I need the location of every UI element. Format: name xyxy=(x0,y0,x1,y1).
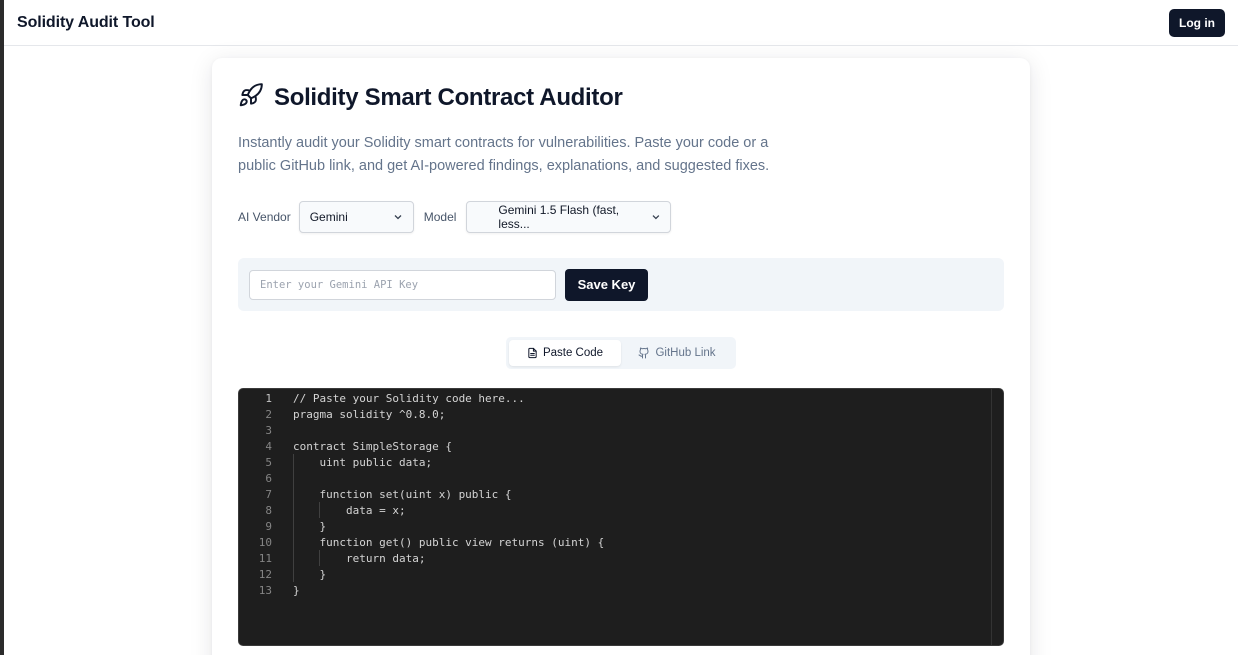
code-editor[interactable]: 1 // Paste your Solidity code here... 2 pra… xyxy=(238,388,1004,646)
model-select[interactable]: Gemini 1.5 Flash (fast, less... xyxy=(466,201,672,233)
github-icon xyxy=(638,347,649,359)
code-text: // Paste your Solidity code here... xyxy=(293,391,525,405)
code-lines: 1 // Paste your Solidity code here... 2 pra… xyxy=(239,389,605,598)
chevron-down-icon xyxy=(394,215,402,220)
indent-guide xyxy=(319,550,320,566)
line-number: 13 xyxy=(258,583,272,597)
code-line: 3 xyxy=(239,422,604,438)
line-number: 3 xyxy=(265,423,272,437)
page-heading: Solidity Smart Contract Auditor xyxy=(238,82,623,113)
code-text: uint public data; xyxy=(293,455,433,469)
code-text: data = x; xyxy=(293,503,406,517)
line-number: 5 xyxy=(265,455,272,469)
vendor-label: AI Vendor xyxy=(238,210,291,224)
login-button[interactable]: Log in xyxy=(1169,8,1225,37)
page-description: Instantly audit your Solidity smart cont… xyxy=(238,135,770,174)
vendor-select[interactable]: Gemini xyxy=(298,201,414,233)
save-key-button[interactable]: Save Key xyxy=(565,268,648,301)
line-number: 4 xyxy=(265,439,272,453)
line-number: 6 xyxy=(265,471,272,485)
api-key-input[interactable] xyxy=(249,269,556,300)
auditor-card: Solidity Smart Contract Auditor Instantl… xyxy=(212,58,1030,655)
line-number: 1 xyxy=(265,391,272,405)
code-text: contract SimpleStorage { xyxy=(293,439,452,453)
code-text: function set(uint x) public { xyxy=(293,487,512,501)
model-select-value: Gemini 1.5 Flash (fast, less... xyxy=(498,203,620,231)
rocket-icon xyxy=(238,82,264,113)
code-text: pragma solidity ^0.8.0; xyxy=(293,407,446,421)
tab-paste-code[interactable]: Paste Code xyxy=(509,340,621,366)
chevron-down-icon xyxy=(652,215,659,220)
code-line: 1 // Paste your Solidity code here... xyxy=(239,390,604,406)
code-text: } xyxy=(293,567,327,581)
tab-github-link[interactable]: GitHub Link xyxy=(621,340,733,366)
line-number: 7 xyxy=(265,487,272,501)
code-line: 2 pragma solidity ^0.8.0; xyxy=(239,406,604,422)
top-navbar: Solidity Audit Tool Log in xyxy=(4,0,1238,46)
model-label: Model xyxy=(423,210,457,224)
app-title: Solidity Audit Tool xyxy=(17,13,155,31)
tab-label: GitHub Link xyxy=(655,347,716,359)
code-text: return data; xyxy=(293,551,426,565)
line-number: 2 xyxy=(265,407,272,421)
indent-guide xyxy=(293,454,294,582)
vendor-select-value: Gemini xyxy=(309,210,348,224)
model-selectors: AI Vendor Gemini Model Gemini 1.5 Flash … xyxy=(238,201,672,233)
line-number: 12 xyxy=(258,567,272,581)
tab-label: Paste Code xyxy=(542,347,604,359)
file-text-icon xyxy=(528,347,537,359)
api-key-panel: Save Key xyxy=(238,258,1004,311)
line-number: 8 xyxy=(265,503,272,517)
editor-scrollbar[interactable] xyxy=(991,389,1003,645)
code-text: } xyxy=(293,519,327,533)
line-number: 9 xyxy=(265,519,272,533)
page-title: Solidity Smart Contract Auditor xyxy=(274,83,623,111)
input-mode-tabs: Paste Code GitHub Link xyxy=(506,337,736,369)
code-line: 13} xyxy=(239,582,604,598)
code-text: function get() public view returns (uint… xyxy=(293,535,605,549)
window-edge xyxy=(0,0,4,655)
code-line: 4 contract SimpleStorage { xyxy=(239,438,604,454)
indent-guide xyxy=(319,502,320,518)
code-text: } xyxy=(293,583,300,597)
line-number: 11 xyxy=(258,551,272,565)
line-number: 10 xyxy=(258,535,272,549)
